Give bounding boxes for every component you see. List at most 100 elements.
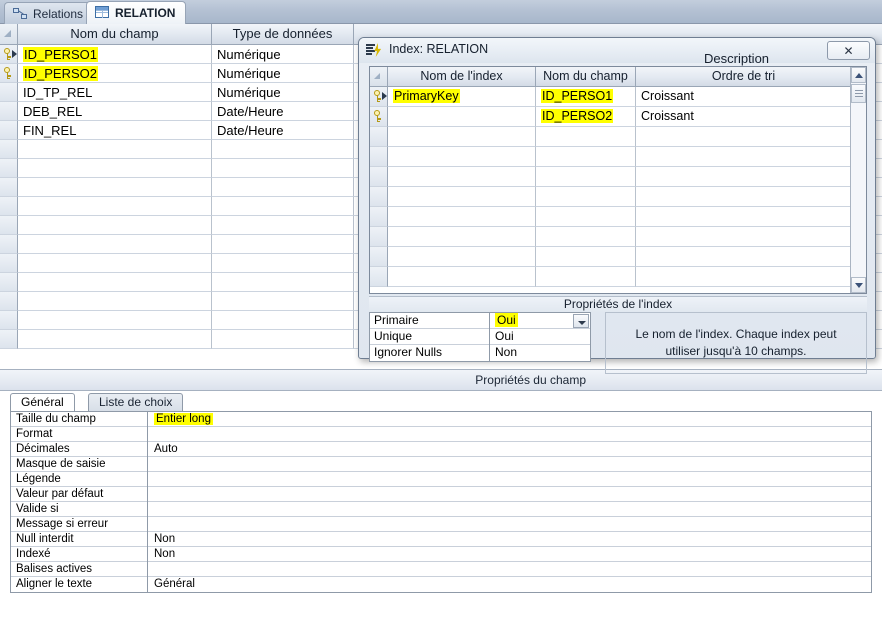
property-row[interactable]: Message si erreur (11, 517, 871, 532)
row-selector[interactable] (0, 254, 18, 273)
index-grid-scrollbar[interactable] (850, 67, 866, 293)
field-name-cell[interactable] (18, 330, 212, 349)
index-field-cell[interactable] (536, 247, 636, 267)
row-selector[interactable] (0, 102, 18, 121)
close-icon[interactable]: ✕ (827, 41, 870, 60)
column-header-field-name[interactable]: Nom du champ (18, 24, 212, 44)
index-row-empty[interactable] (370, 187, 851, 207)
tab-relations[interactable]: Relations (4, 2, 95, 24)
index-row[interactable]: PrimaryKey ID_PERSO1 Croissant (370, 87, 851, 107)
property-value[interactable]: Non (148, 547, 871, 562)
index-row[interactable]: ID_PERSO2 Croissant (370, 107, 851, 127)
index-name-cell[interactable] (388, 127, 536, 147)
tab-relation[interactable]: RELATION (86, 1, 187, 24)
index-name-cell[interactable] (388, 107, 536, 127)
index-row-empty[interactable] (370, 167, 851, 187)
row-selector[interactable] (0, 197, 18, 216)
index-sort-cell[interactable] (636, 167, 851, 187)
row-selector[interactable] (0, 64, 18, 83)
index-name-cell[interactable] (388, 187, 536, 207)
field-name-cell[interactable]: ID_PERSO2 (18, 64, 212, 83)
index-row-selector[interactable] (370, 247, 388, 267)
row-selector[interactable] (0, 216, 18, 235)
property-row[interactable]: Valeur par défaut (11, 487, 871, 502)
row-selector[interactable] (0, 83, 18, 102)
row-selector[interactable] (0, 45, 18, 64)
index-field-cell[interactable] (536, 127, 636, 147)
index-row-empty[interactable] (370, 247, 851, 267)
index-row-selector[interactable] (370, 107, 388, 127)
index-property-value[interactable]: Non (490, 345, 590, 361)
index-field-cell[interactable]: ID_PERSO1 (536, 87, 636, 107)
field-name-cell[interactable]: FIN_REL (18, 121, 212, 140)
index-property-row[interactable]: Ignorer Nulls Non (370, 345, 590, 361)
field-name-cell[interactable]: ID_PERSO1 (18, 45, 212, 64)
field-name-cell[interactable] (18, 311, 212, 330)
index-field-cell[interactable] (536, 267, 636, 287)
index-row-selector[interactable] (370, 187, 388, 207)
field-name-cell[interactable] (18, 235, 212, 254)
index-name-cell[interactable] (388, 227, 536, 247)
property-value[interactable]: Général (148, 577, 871, 592)
column-header-data-type[interactable]: Type de données (212, 24, 354, 44)
field-type-cell[interactable]: Numérique (212, 64, 354, 83)
index-sort-cell[interactable] (636, 147, 851, 167)
index-row-selector[interactable] (370, 147, 388, 167)
field-name-cell[interactable] (18, 159, 212, 178)
field-type-cell[interactable]: Numérique (212, 83, 354, 102)
field-type-cell[interactable] (212, 330, 354, 349)
field-type-cell[interactable]: Date/Heure (212, 121, 354, 140)
index-dialog-title-bar[interactable]: Index: RELATION ✕ (359, 38, 875, 63)
field-name-cell[interactable] (18, 197, 212, 216)
property-value[interactable] (148, 517, 871, 532)
property-value[interactable] (148, 427, 871, 442)
property-value[interactable] (148, 502, 871, 517)
chevron-down-icon[interactable] (573, 314, 589, 328)
field-type-cell[interactable] (212, 216, 354, 235)
field-name-cell[interactable] (18, 292, 212, 311)
index-row-selector[interactable] (370, 227, 388, 247)
index-row-selector[interactable] (370, 127, 388, 147)
index-column-header-name[interactable]: Nom de l'index (388, 67, 536, 86)
index-row-empty[interactable] (370, 207, 851, 227)
property-row[interactable]: Décimales Auto (11, 442, 871, 457)
index-field-cell[interactable] (536, 207, 636, 227)
index-field-cell[interactable] (536, 227, 636, 247)
field-type-cell[interactable] (212, 311, 354, 330)
field-name-cell[interactable] (18, 178, 212, 197)
index-property-value[interactable]: Oui (490, 329, 590, 345)
index-row-selector[interactable] (370, 167, 388, 187)
field-type-cell[interactable] (212, 254, 354, 273)
field-type-cell[interactable] (212, 273, 354, 292)
index-row-selector[interactable] (370, 267, 388, 287)
index-sort-cell[interactable] (636, 267, 851, 287)
index-sort-cell[interactable]: Croissant (636, 87, 851, 107)
index-name-cell[interactable]: PrimaryKey (388, 87, 536, 107)
property-value[interactable] (148, 487, 871, 502)
index-select-all-corner[interactable] (370, 67, 388, 86)
property-row[interactable]: Null interdit Non (11, 532, 871, 547)
field-name-cell[interactable] (18, 273, 212, 292)
index-name-cell[interactable] (388, 167, 536, 187)
property-row[interactable]: Indexé Non (11, 547, 871, 562)
index-name-cell[interactable] (388, 247, 536, 267)
property-row[interactable]: Format (11, 427, 871, 442)
property-row[interactable]: Légende (11, 472, 871, 487)
index-name-cell[interactable] (388, 267, 536, 287)
index-sort-cell[interactable]: Croissant (636, 107, 851, 127)
field-type-cell[interactable] (212, 178, 354, 197)
field-type-cell[interactable] (212, 235, 354, 254)
index-row-selector[interactable] (370, 207, 388, 227)
property-value[interactable] (148, 562, 871, 577)
index-property-row[interactable]: Primaire Oui (370, 313, 590, 329)
index-property-row[interactable]: Unique Oui (370, 329, 590, 345)
field-type-cell[interactable]: Date/Heure (212, 102, 354, 121)
property-value[interactable] (148, 472, 871, 487)
property-row[interactable]: Aligner le texte Général (11, 577, 871, 592)
property-row[interactable]: Taille du champ Entier long (11, 412, 871, 427)
index-field-cell[interactable] (536, 187, 636, 207)
index-row-empty[interactable] (370, 227, 851, 247)
row-selector[interactable] (0, 273, 18, 292)
index-column-header-field[interactable]: Nom du champ (536, 67, 636, 86)
scroll-up-icon[interactable] (851, 67, 866, 83)
